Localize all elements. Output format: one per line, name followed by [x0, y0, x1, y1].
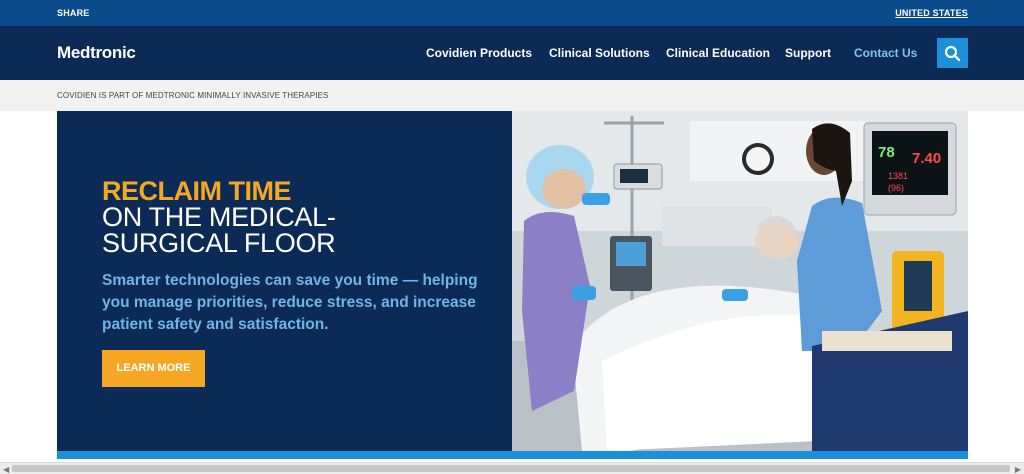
notice-text: COVIDIEN IS PART OF MEDTRONIC MINIMALLY …	[57, 91, 329, 100]
main-navigation: Medtronic Covidien Products Clinical Sol…	[0, 26, 1024, 80]
search-icon	[944, 45, 961, 62]
hero-description: Smarter technologies can save you time —…	[102, 272, 478, 333]
monitor-value-2: 7.40	[912, 150, 941, 167]
nav-contact-us[interactable]: Contact Us	[854, 46, 917, 60]
country-selector[interactable]: UNITED STATES	[895, 8, 968, 18]
monitor-value-3: 1381	[888, 171, 908, 181]
scrollbar-thumb[interactable]	[12, 465, 1010, 472]
monitor-value-4: (96)	[888, 183, 904, 193]
nav-clinical-solutions[interactable]: Clinical Solutions	[549, 46, 650, 60]
nav-clinical-education[interactable]: Clinical Education	[666, 46, 770, 60]
utility-bar: SHARE UNITED STATES	[0, 0, 1024, 26]
scroll-left-icon[interactable]: ◀	[3, 465, 9, 474]
nav-covidien-products[interactable]: Covidien Products	[426, 46, 532, 60]
learn-more-button[interactable]: LEARN MORE	[102, 350, 205, 387]
share-link[interactable]: SHARE	[57, 8, 90, 18]
hero-panel: RECLAIM TIME ON THE MEDICAL- SURGICAL FL…	[57, 111, 512, 451]
hero-headline-line-3: SURGICAL FLOOR	[102, 228, 336, 258]
nav-support[interactable]: Support	[785, 46, 831, 60]
hero-photo: 78 7.40 1381 (96)	[512, 111, 968, 451]
hospital-scene-image: 78 7.40 1381 (96)	[512, 111, 968, 451]
medtronic-logo[interactable]: Medtronic	[57, 43, 136, 63]
scroll-right-icon[interactable]: ▶	[1015, 465, 1021, 474]
horizontal-scrollbar[interactable]: ◀ ▶	[0, 462, 1024, 474]
search-button[interactable]	[937, 38, 968, 68]
hero-bottom-band	[57, 451, 968, 459]
monitor-value-1: 78	[878, 144, 895, 161]
notice-bar: COVIDIEN IS PART OF MEDTRONIC MINIMALLY …	[0, 80, 1024, 111]
